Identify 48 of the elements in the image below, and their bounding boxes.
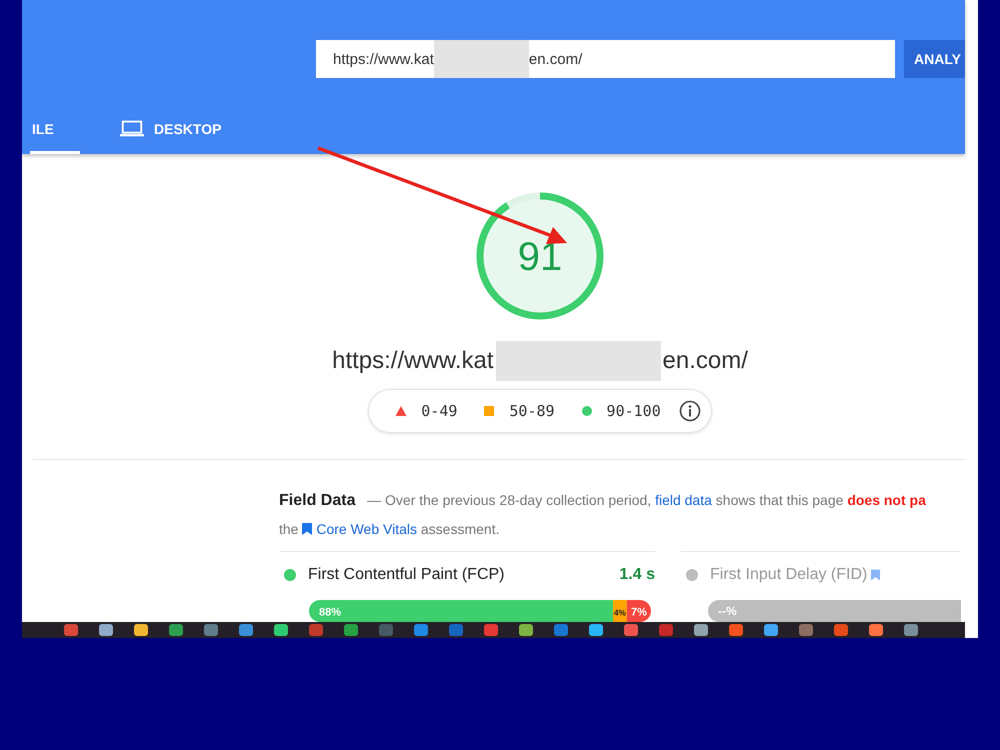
field-data-summary: Field Data — Over the previous 28-day collection period, field data shows that this page does not pa the Core Web Vitals assessment.	[279, 491, 927, 540]
app-icon[interactable]	[834, 624, 848, 636]
url-start: https://www.kat	[332, 347, 494, 376]
app-icon[interactable]	[624, 624, 638, 636]
app-icon[interactable]	[414, 624, 428, 636]
app-icon[interactable]	[239, 624, 253, 636]
laptop-icon	[120, 120, 144, 138]
app-icon[interactable]	[134, 624, 148, 636]
metric-name: First Input Delay (FID)	[710, 566, 868, 584]
app-icon[interactable]	[484, 624, 498, 636]
data-label: 88%	[319, 606, 342, 619]
metric-value: 1.4 s	[619, 566, 655, 584]
info-icon[interactable]	[678, 400, 701, 422]
app-icon[interactable]	[99, 624, 113, 636]
square-icon	[483, 405, 496, 418]
app-icon[interactable]	[729, 624, 743, 636]
app-icon[interactable]	[694, 624, 708, 636]
analyze-button[interactable]: ANALY	[904, 40, 965, 78]
device-tab[interactable]: DESKTOP	[118, 106, 224, 154]
app-icon[interactable]	[869, 624, 883, 636]
device-tab[interactable]: ILE	[30, 106, 80, 154]
bookmark-icon	[302, 523, 312, 536]
field-data-link[interactable]: field data	[655, 492, 712, 508]
app-icon[interactable]	[204, 624, 218, 636]
url-start: https://www.kat	[333, 50, 434, 68]
score-value: 91	[518, 235, 562, 280]
app-icon[interactable]	[519, 624, 533, 636]
metric-name: First Contentful Paint (FCP)	[308, 566, 504, 584]
data-label: --%	[718, 604, 737, 618]
url-field[interactable]: https://www.kat en.com/	[316, 40, 895, 78]
app-icon[interactable]	[764, 624, 778, 636]
app-icon[interactable]	[589, 624, 603, 636]
triangle-icon	[395, 405, 408, 418]
app-icon[interactable]	[274, 624, 288, 636]
data-label: 7%	[630, 606, 647, 619]
url-end: en.com/	[662, 347, 748, 376]
app-icon[interactable]	[169, 624, 183, 636]
url-end: en.com/	[528, 50, 582, 68]
bookmark-icon	[871, 569, 880, 582]
legend-label: 0-49	[421, 402, 458, 420]
legend-label: 90-100	[606, 402, 661, 420]
app-icon[interactable]	[904, 624, 918, 636]
legend-label: 50-89	[509, 402, 555, 420]
app-icon[interactable]	[64, 624, 78, 636]
app-icon[interactable]	[344, 624, 358, 636]
data-label: 4%	[614, 608, 626, 618]
circle-icon	[580, 405, 593, 418]
core-web-vitals-link[interactable]: Core Web Vitals	[316, 521, 417, 538]
